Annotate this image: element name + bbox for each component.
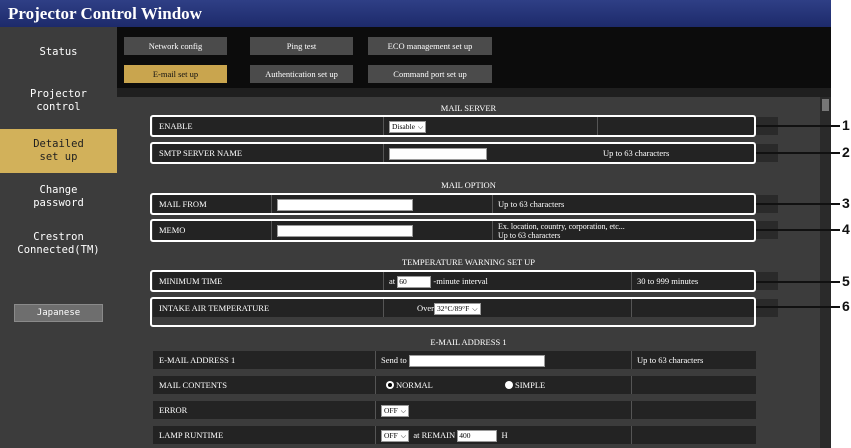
error-select[interactable]: OFF ⌵ xyxy=(381,405,410,418)
tab-bar: Network config Ping test ECO management … xyxy=(117,27,831,88)
callout-line-3 xyxy=(756,203,840,205)
sidebar-item-label: Crestron Connected(TM) xyxy=(17,231,100,256)
callout-number-2: 2 xyxy=(842,144,850,160)
lamp-runtime-row: LAMP RUNTIME OFF ⌵ at REMAIN 400 H xyxy=(153,426,756,444)
tab-email-set-up[interactable]: E-mail set up xyxy=(124,65,227,83)
callout-line-4 xyxy=(756,229,840,231)
callout-number-6: 6 xyxy=(842,298,850,314)
chevron-down-icon: ⌵ xyxy=(400,432,407,441)
lamp-runtime-select[interactable]: OFF ⌵ xyxy=(381,430,410,443)
simple-option-label: SIMPLE xyxy=(515,380,546,390)
sidebar-item-label: Change password xyxy=(33,184,84,209)
callout-number-4: 4 xyxy=(842,221,850,237)
tab-network-config[interactable]: Network config xyxy=(124,37,227,55)
callout-line-6 xyxy=(756,306,840,308)
lamp-hours-input[interactable]: 400 xyxy=(457,430,498,443)
tab-command-port-set-up[interactable]: Command port set up xyxy=(368,65,492,83)
email-address-row: E-MAIL ADDRESS 1 Send to Up to 63 charac… xyxy=(153,351,756,369)
mail-option-heading: MAIL OPTION xyxy=(441,180,496,190)
radio-selected-icon xyxy=(386,381,394,390)
mail-contents-label: MAIL CONTENTS xyxy=(159,380,227,390)
sidebar-item-status[interactable]: Status xyxy=(0,37,117,67)
email-address-1-heading: E-MAIL ADDRESS 1 xyxy=(430,337,507,347)
scrollbar-thumb[interactable] xyxy=(822,99,829,111)
callout-number-3: 3 xyxy=(842,195,850,211)
highlight-frame-2 xyxy=(150,142,756,164)
window-title: Projector Control Window xyxy=(0,0,831,27)
error-label: ERROR xyxy=(159,405,188,415)
japanese-language-button[interactable]: Japanese xyxy=(14,304,103,322)
radio-unselected-icon xyxy=(505,381,513,390)
mail-server-heading: MAIL SERVER xyxy=(440,103,497,113)
lamp-runtime-value: OFF xyxy=(384,431,398,441)
sidebar-item-projector-control[interactable]: Projector control xyxy=(0,83,117,119)
sidebar-item-detailed-set-up[interactable]: Detailed set up xyxy=(0,129,117,173)
sidebar-item-label: Status xyxy=(39,45,78,58)
normal-option[interactable]: NORMAL xyxy=(386,376,433,394)
highlight-frame-6 xyxy=(150,297,756,327)
email-address-hint: Up to 63 characters xyxy=(637,355,704,365)
callout-line-1 xyxy=(756,125,840,127)
tab-ping-test[interactable]: Ping test xyxy=(250,37,353,55)
sidebar: Status Projector control Detailed set up… xyxy=(0,27,117,448)
lamp-hours-unit: H xyxy=(501,430,508,440)
lamp-remain-label: at REMAIN xyxy=(413,430,456,440)
highlight-frame-5 xyxy=(150,270,756,292)
callout-number-5: 5 xyxy=(842,273,850,289)
callout-number-1: 1 xyxy=(842,117,850,133)
error-row: ERROR OFF ⌵ xyxy=(153,401,756,419)
vertical-scrollbar[interactable] xyxy=(820,97,831,448)
highlight-frame-4 xyxy=(150,219,756,242)
callout-line-5 xyxy=(756,281,840,283)
chevron-down-icon: ⌵ xyxy=(400,407,407,416)
sidebar-item-crestron-connected[interactable]: Crestron Connected(TM) xyxy=(0,226,117,262)
simple-option[interactable]: SIMPLE xyxy=(505,376,545,394)
normal-option-label: NORMAL xyxy=(396,380,433,390)
temperature-warning-heading: TEMPERATURE WARNING SET UP xyxy=(401,257,536,267)
email-address-label: E-MAIL ADDRESS 1 xyxy=(159,355,236,365)
email-address-input[interactable] xyxy=(408,355,545,368)
tab-authentication-set-up[interactable]: Authentication set up xyxy=(250,65,353,83)
tab-eco-management[interactable]: ECO management set up xyxy=(368,37,492,55)
highlight-frame-1 xyxy=(150,115,756,137)
callout-line-2 xyxy=(756,152,840,154)
sidebar-item-label: Projector control xyxy=(30,88,87,113)
highlight-frame-3 xyxy=(150,193,756,215)
sidebar-item-change-password[interactable]: Change password xyxy=(0,179,117,215)
send-to-label: Send to xyxy=(381,355,407,365)
mail-contents-row: MAIL CONTENTS NORMAL SIMPLE xyxy=(153,376,756,394)
lamp-runtime-label: LAMP RUNTIME xyxy=(159,430,224,440)
error-value: OFF xyxy=(384,406,398,416)
sidebar-item-label: Detailed set up xyxy=(33,138,84,163)
